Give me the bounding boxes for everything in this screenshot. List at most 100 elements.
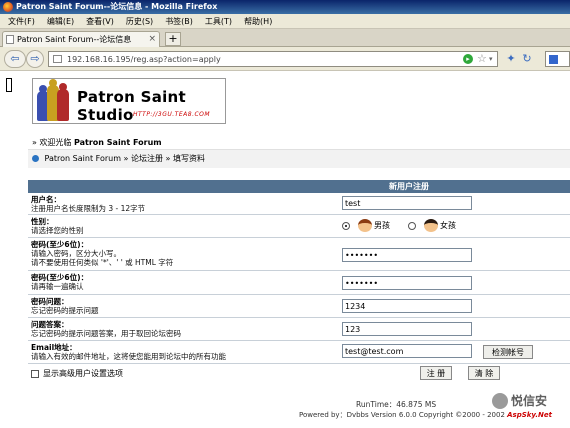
arrow-icon: [32, 155, 39, 162]
password-confirm-row: 密码(至少6位)： 请再输一遍确认: [28, 271, 570, 295]
powered-by-prefix: Powered by：Dvbbs Version 6.0.0 Copyright…: [299, 411, 505, 419]
go-icon[interactable]: ▸: [463, 54, 473, 64]
gender-male-option[interactable]: 男孩: [342, 219, 390, 232]
gender-row: 性别： 请选择您的性别 男孩 女孩: [28, 215, 570, 238]
menu-history[interactable]: 历史(S): [120, 14, 159, 29]
username-row: 用户名： 注册用户名长度限制为 3 - 12字节: [28, 193, 570, 215]
navigation-toolbar: ⇦ ⇨ ▸ ☆ ▾ ✦ ↻: [0, 47, 570, 71]
url-input[interactable]: [67, 53, 447, 65]
question-label: 密码问题：: [31, 297, 69, 306]
form-actions: 显示高级用户设置选项 注 册 清 除: [28, 364, 570, 382]
close-icon[interactable]: ×: [148, 32, 156, 47]
welcome-prefix: » 欢迎光临: [32, 138, 72, 147]
password-confirm-label: 密码(至少6位)：: [31, 273, 89, 282]
menu-file[interactable]: 文件(F): [2, 14, 41, 29]
address-bar[interactable]: ▸ ☆ ▾: [48, 51, 498, 67]
firefox-icon: [3, 2, 13, 12]
tab-label: Patron Saint Forum--论坛信息: [17, 35, 132, 44]
gender-female-radio[interactable]: [408, 221, 416, 230]
reload-icon[interactable]: ↻: [521, 52, 533, 66]
gender-male-radio[interactable]: [342, 221, 350, 230]
search-engine-icon: [549, 55, 558, 64]
tab-strip: Patron Saint Forum--论坛信息 × +: [0, 29, 570, 47]
new-tab-button[interactable]: +: [165, 32, 181, 46]
gender-female-option[interactable]: 女孩: [408, 219, 456, 232]
breadcrumb-separator: »: [123, 154, 129, 163]
bookmark-star-icon[interactable]: ☆: [477, 52, 487, 66]
question-input[interactable]: [342, 299, 472, 313]
back-button[interactable]: ⇦: [4, 50, 26, 68]
page-icon: [6, 35, 14, 44]
check-account-button[interactable]: 检测帐号: [483, 345, 533, 359]
breadcrumb: Patron Saint Forum » 论坛注册 » 填写资料: [28, 149, 570, 168]
form-header: 新用户注册: [28, 180, 570, 193]
logo-figures-icon: [35, 79, 71, 121]
answer-row: 问题答案： 忘记密码的提示问题答案，用于取回论坛密码: [28, 318, 570, 341]
password-hint-chars: 请不要使用任何类似 '*'、' ' 或 HTML 字符: [31, 258, 174, 267]
bookmark-icon[interactable]: ✦: [505, 52, 517, 66]
girl-icon: [424, 219, 438, 232]
email-hint: 请输入有效的邮件地址，这将使您能用到论坛中的所有功能: [31, 352, 226, 361]
forward-arrow-icon: ⇨: [30, 52, 40, 65]
window-title: Patron Saint Forum--论坛信息 - Mozilla Firef…: [16, 2, 218, 11]
advanced-options[interactable]: 显示高级用户设置选项: [31, 368, 123, 379]
reset-button[interactable]: 清 除: [468, 366, 500, 380]
chevron-down-icon[interactable]: ▾: [489, 52, 493, 66]
password-input[interactable]: [342, 248, 472, 262]
watermark-text: 悦信安: [511, 394, 548, 408]
question-row: 密码问题： 忘记密码的提示问题: [28, 295, 570, 318]
site-logo[interactable]: Patron Saint Studio HTTP://3GU.TEA8.COM: [32, 78, 226, 124]
menu-bar: 文件(F) 编辑(E) 查看(V) 历史(S) 书签(B) 工具(T) 帮助(H…: [0, 14, 570, 29]
password-confirm-input[interactable]: [342, 276, 472, 290]
breadcrumb-separator: »: [165, 154, 171, 163]
advanced-options-checkbox[interactable]: [31, 369, 39, 378]
gender-label: 性别：: [31, 217, 54, 226]
menu-bookmarks[interactable]: 书签(B): [159, 14, 199, 29]
email-label: Email地址：: [31, 343, 77, 352]
site-identity-icon: [53, 55, 62, 63]
back-arrow-icon: ⇦: [10, 52, 20, 65]
registration-form: 新用户注册 用户名： 注册用户名长度限制为 3 - 12字节 性别： 请选择您的…: [28, 180, 570, 382]
answer-label: 问题答案：: [31, 320, 69, 329]
watermark-logo-icon: [492, 392, 508, 409]
password-row: 密码(至少6位)： 请输入密码，区分大小写。 请不要使用任何类似 '*'、' '…: [28, 238, 570, 271]
password-confirm-hint: 请再输一遍确认: [31, 282, 84, 291]
gender-female-label: 女孩: [440, 221, 456, 230]
advanced-options-label: 显示高级用户设置选项: [43, 369, 123, 378]
question-hint: 忘记密码的提示问题: [31, 306, 99, 315]
username-hint: 注册用户名长度限制为 3 - 12字节: [31, 204, 146, 213]
username-input[interactable]: [342, 196, 472, 210]
menu-view[interactable]: 查看(V): [80, 14, 120, 29]
window-titlebar: Patron Saint Forum--论坛信息 - Mozilla Firef…: [0, 0, 570, 14]
email-row: Email地址： 请输入有效的邮件地址，这将使您能用到论坛中的所有功能 检测帐号: [28, 341, 570, 364]
powered-by-brand[interactable]: AspSky.Net: [507, 411, 552, 419]
menu-help[interactable]: 帮助(H): [238, 14, 278, 29]
welcome-forum-name: Patron Saint Forum: [73, 138, 162, 147]
gender-hint: 请选择您的性别: [31, 226, 84, 235]
password-label: 密码(至少6位)：: [31, 240, 89, 249]
runtime-text: RunTime：46.875 MS: [356, 400, 437, 409]
answer-hint: 忘记密码的提示问题答案，用于取回论坛密码: [31, 329, 181, 338]
username-label: 用户名：: [31, 195, 61, 204]
logo-url: HTTP://3GU.TEA8.COM: [133, 111, 211, 118]
answer-input[interactable]: [342, 322, 472, 336]
breadcrumb-register[interactable]: 论坛注册: [131, 154, 163, 163]
boy-icon: [358, 219, 372, 232]
password-hint: 请输入密码，区分大小写。: [31, 249, 121, 258]
forward-button[interactable]: ⇨: [26, 50, 44, 68]
logo-title: Patron Saint Studio: [77, 88, 187, 124]
powered-by-text: Powered by：Dvbbs Version 6.0.0 Copyright…: [299, 410, 552, 420]
menu-tools[interactable]: 工具(T): [199, 14, 238, 29]
tab-forum[interactable]: Patron Saint Forum--论坛信息 ×: [2, 31, 160, 47]
register-button[interactable]: 注 册: [420, 366, 452, 380]
email-input[interactable]: [342, 344, 472, 358]
text-cursor: [6, 78, 12, 92]
watermark: 悦信安: [492, 392, 547, 409]
gender-male-label: 男孩: [374, 221, 390, 230]
page-content: Patron Saint Studio HTTP://3GU.TEA8.COM …: [0, 72, 570, 428]
welcome-text: » 欢迎光临 Patron Saint Forum: [32, 137, 162, 148]
menu-edit[interactable]: 编辑(E): [41, 14, 80, 29]
breadcrumb-current: 填写资料: [173, 154, 205, 163]
breadcrumb-home[interactable]: Patron Saint Forum: [45, 154, 121, 163]
search-box[interactable]: [545, 51, 570, 67]
